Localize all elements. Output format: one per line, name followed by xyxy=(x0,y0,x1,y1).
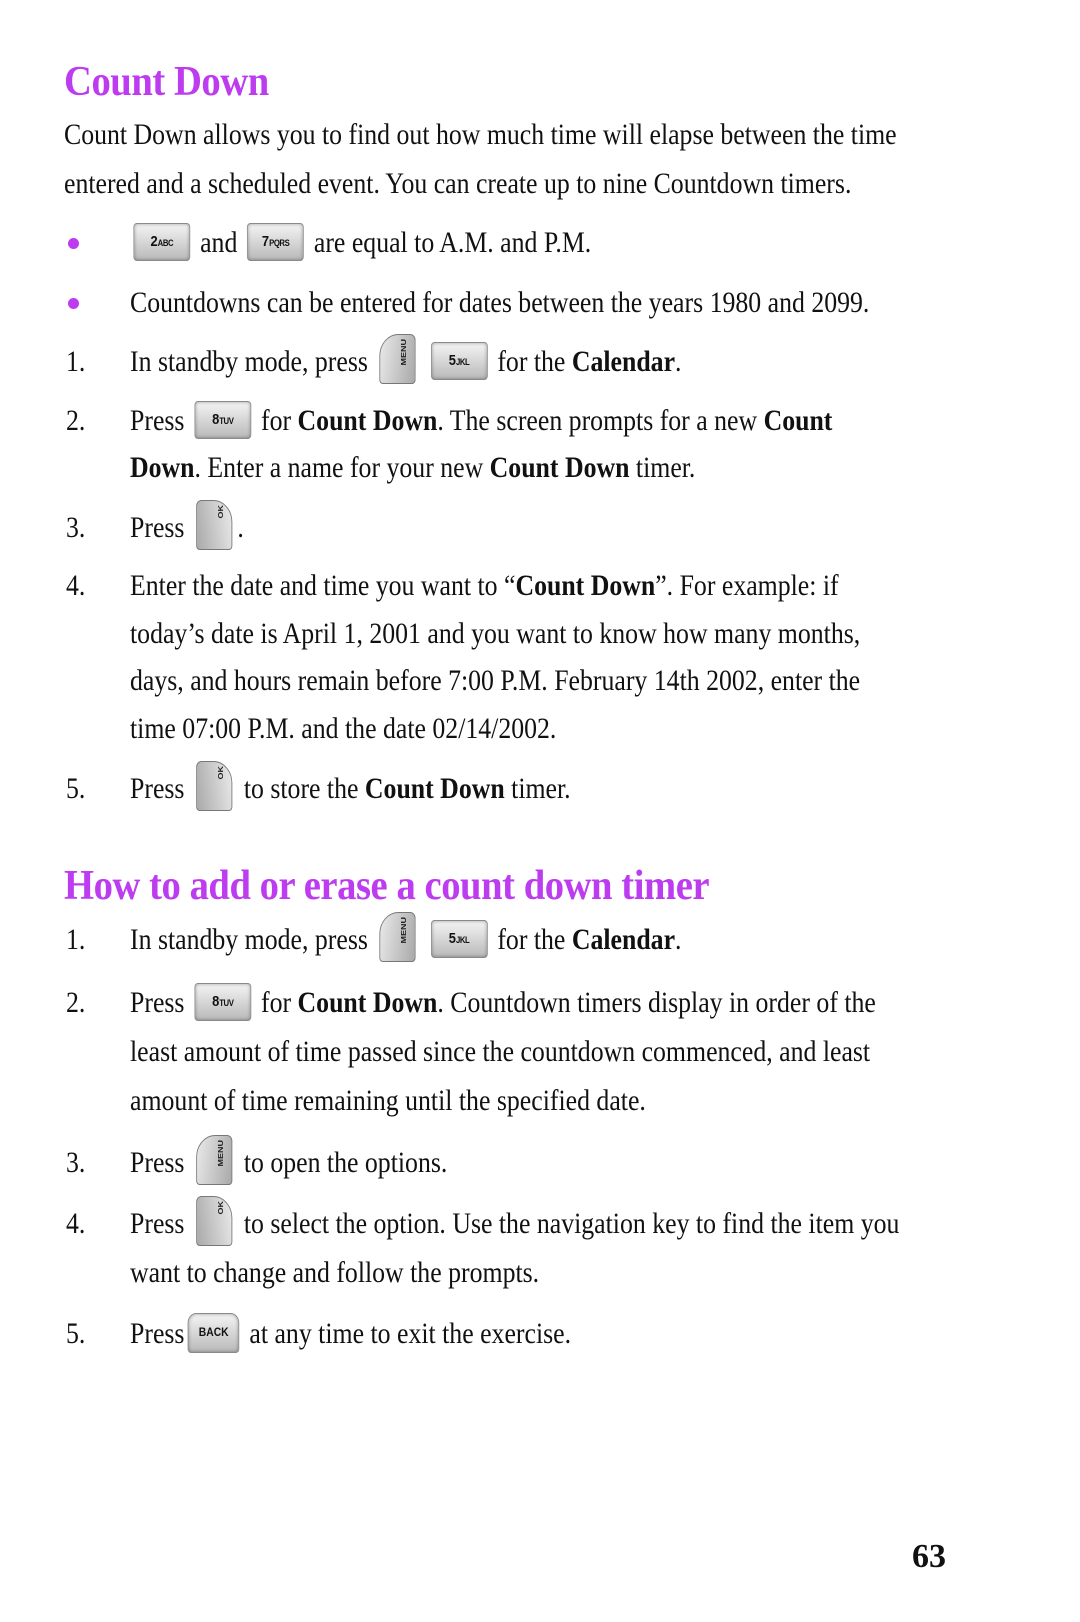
step-bold-text: Calendar xyxy=(571,923,676,956)
bullet-date-range: Countdowns can be entered for dates betw… xyxy=(130,286,870,319)
step-text: Press xyxy=(130,1207,185,1240)
step-bold-text: Count Down xyxy=(297,986,438,1019)
step-1-calendar: In standby mode, press MENU 5JKL for the… xyxy=(130,334,682,385)
step-number: 1. xyxy=(66,923,86,956)
key-5-jkl-icon: 5JKL xyxy=(430,920,488,959)
step-5-store: Press OK to store the Count Down timer. xyxy=(130,761,571,812)
step-4-line-1: Enter the date and time you want to “Cou… xyxy=(130,568,839,604)
step-text: In standby mode, press xyxy=(130,345,368,378)
back-key-icon: BACK xyxy=(187,1313,240,1354)
intro-line-1: Count Down allows you to find out how mu… xyxy=(64,118,897,151)
step-text: timer. xyxy=(511,772,571,805)
step-text: to open the options. xyxy=(243,1146,448,1179)
bullet-icon xyxy=(68,298,79,309)
step-text: Press xyxy=(130,772,185,805)
step-3-press-ok: Press OK. xyxy=(130,500,244,551)
step-text: . xyxy=(675,345,682,378)
bullet-and-text: and xyxy=(200,226,238,259)
step-number: 4. xyxy=(66,1207,86,1240)
step-text: timer. xyxy=(635,451,696,484)
s2-step-5-back: Press BACK at any time to exit the exerci… xyxy=(130,1313,572,1354)
menu-key-icon: MENU xyxy=(379,912,416,963)
step-4-line-3: days, and hours remain before 7:00 P.M. … xyxy=(130,664,861,697)
key-7-pqrs-icon: 7PQRS xyxy=(247,223,305,262)
key-5-jkl-icon: 5JKL xyxy=(430,342,488,381)
step-4-line-2: today’s date is April 1, 2001 and you wa… xyxy=(130,617,861,650)
step-number: 5. xyxy=(66,772,86,805)
step-number: 4. xyxy=(66,569,86,602)
s2-step-4-line-1: Press OK to select the option. Use the n… xyxy=(130,1196,900,1247)
step-bold-text: Down xyxy=(130,451,195,484)
step-text: Enter the date and time you want to “ xyxy=(130,569,516,602)
step-text: for the xyxy=(497,923,566,956)
bullet-am-pm: 2ABC and 7PQRS are equal to A.M. and P.M… xyxy=(130,223,592,262)
s2-step-2-line-1: Press 8TUV for Count Down. Countdown tim… xyxy=(130,983,876,1022)
step-bold-text: Count Down xyxy=(297,404,438,437)
step-2-count-down: Press 8TUV for Count Down. The screen pr… xyxy=(130,401,833,440)
step-number: 3. xyxy=(66,1146,86,1179)
s2-step-1-calendar: In standby mode, press MENU 5JKL for the… xyxy=(130,912,682,963)
section-heading-count-down: Count Down xyxy=(64,59,269,105)
step-4-line-4: time 07:00 P.M. and the date 02/14/2002. xyxy=(130,712,557,745)
step-text: Press xyxy=(130,1146,185,1179)
ok-key-icon: OK xyxy=(196,500,233,551)
s2-step-4-line-2: want to change and follow the prompts. xyxy=(130,1256,540,1289)
s2-step-2-line-2: least amount of time passed since the co… xyxy=(130,1035,871,1068)
step-2-line-2: Down. Enter a name for your new Count Do… xyxy=(130,450,695,486)
step-text: Press xyxy=(130,1317,185,1350)
bullet-icon xyxy=(68,238,79,249)
step-bold-text: Calendar xyxy=(571,345,676,378)
step-number: 2. xyxy=(66,986,86,1019)
step-number: 3. xyxy=(66,511,86,544)
step-bold-text: Count Down xyxy=(489,451,630,484)
section-heading-add-erase: How to add or erase a count down timer xyxy=(64,863,710,909)
step-bold-text: Count Down xyxy=(364,772,505,805)
menu-key-icon: MENU xyxy=(196,1135,233,1186)
key-8-tuv-icon: 8TUV xyxy=(194,401,252,440)
step-text: Press xyxy=(130,511,185,544)
page-number: 63 xyxy=(912,1538,946,1575)
step-text: . xyxy=(237,511,244,544)
step-text: to store the xyxy=(243,772,359,805)
step-text: for xyxy=(261,986,292,1019)
step-text: . The screen prompts for a new xyxy=(437,404,758,437)
step-bold-text: Count xyxy=(763,404,833,437)
step-text: Press xyxy=(130,404,185,437)
step-text: for the xyxy=(497,345,566,378)
step-text: Press xyxy=(130,986,185,1019)
key-2-abc-icon: 2ABC xyxy=(133,223,191,262)
ok-key-icon: OK xyxy=(196,1196,233,1247)
step-number: 1. xyxy=(66,345,86,378)
s2-step-2-line-3: amount of time remaining until the speci… xyxy=(130,1084,646,1117)
step-bold-text: Count Down xyxy=(515,569,656,602)
manual-page: Count Down Count Down allows you to find… xyxy=(0,0,1080,1622)
step-text: In standby mode, press xyxy=(130,923,368,956)
step-text: to select the option. Use the navigation… xyxy=(243,1207,900,1240)
step-text: . xyxy=(675,923,682,956)
step-text: . Countdown timers display in order of t… xyxy=(437,986,876,1019)
step-number: 5. xyxy=(66,1317,86,1350)
step-text: for xyxy=(261,404,292,437)
bullet-am-pm-text: are equal to A.M. and P.M. xyxy=(313,226,592,259)
intro-line-2: entered and a scheduled event. You can c… xyxy=(64,167,852,200)
s2-step-3-options: Press MENU to open the options. xyxy=(130,1135,448,1186)
step-text: . Enter a name for your new xyxy=(194,451,484,484)
step-text: ”. For example: if xyxy=(655,569,839,602)
step-text: at any time to exit the exercise. xyxy=(249,1317,572,1350)
menu-key-icon: MENU xyxy=(379,334,416,385)
step-number: 2. xyxy=(66,404,86,437)
ok-key-icon: OK xyxy=(196,761,233,812)
key-8-tuv-icon: 8TUV xyxy=(194,983,252,1022)
